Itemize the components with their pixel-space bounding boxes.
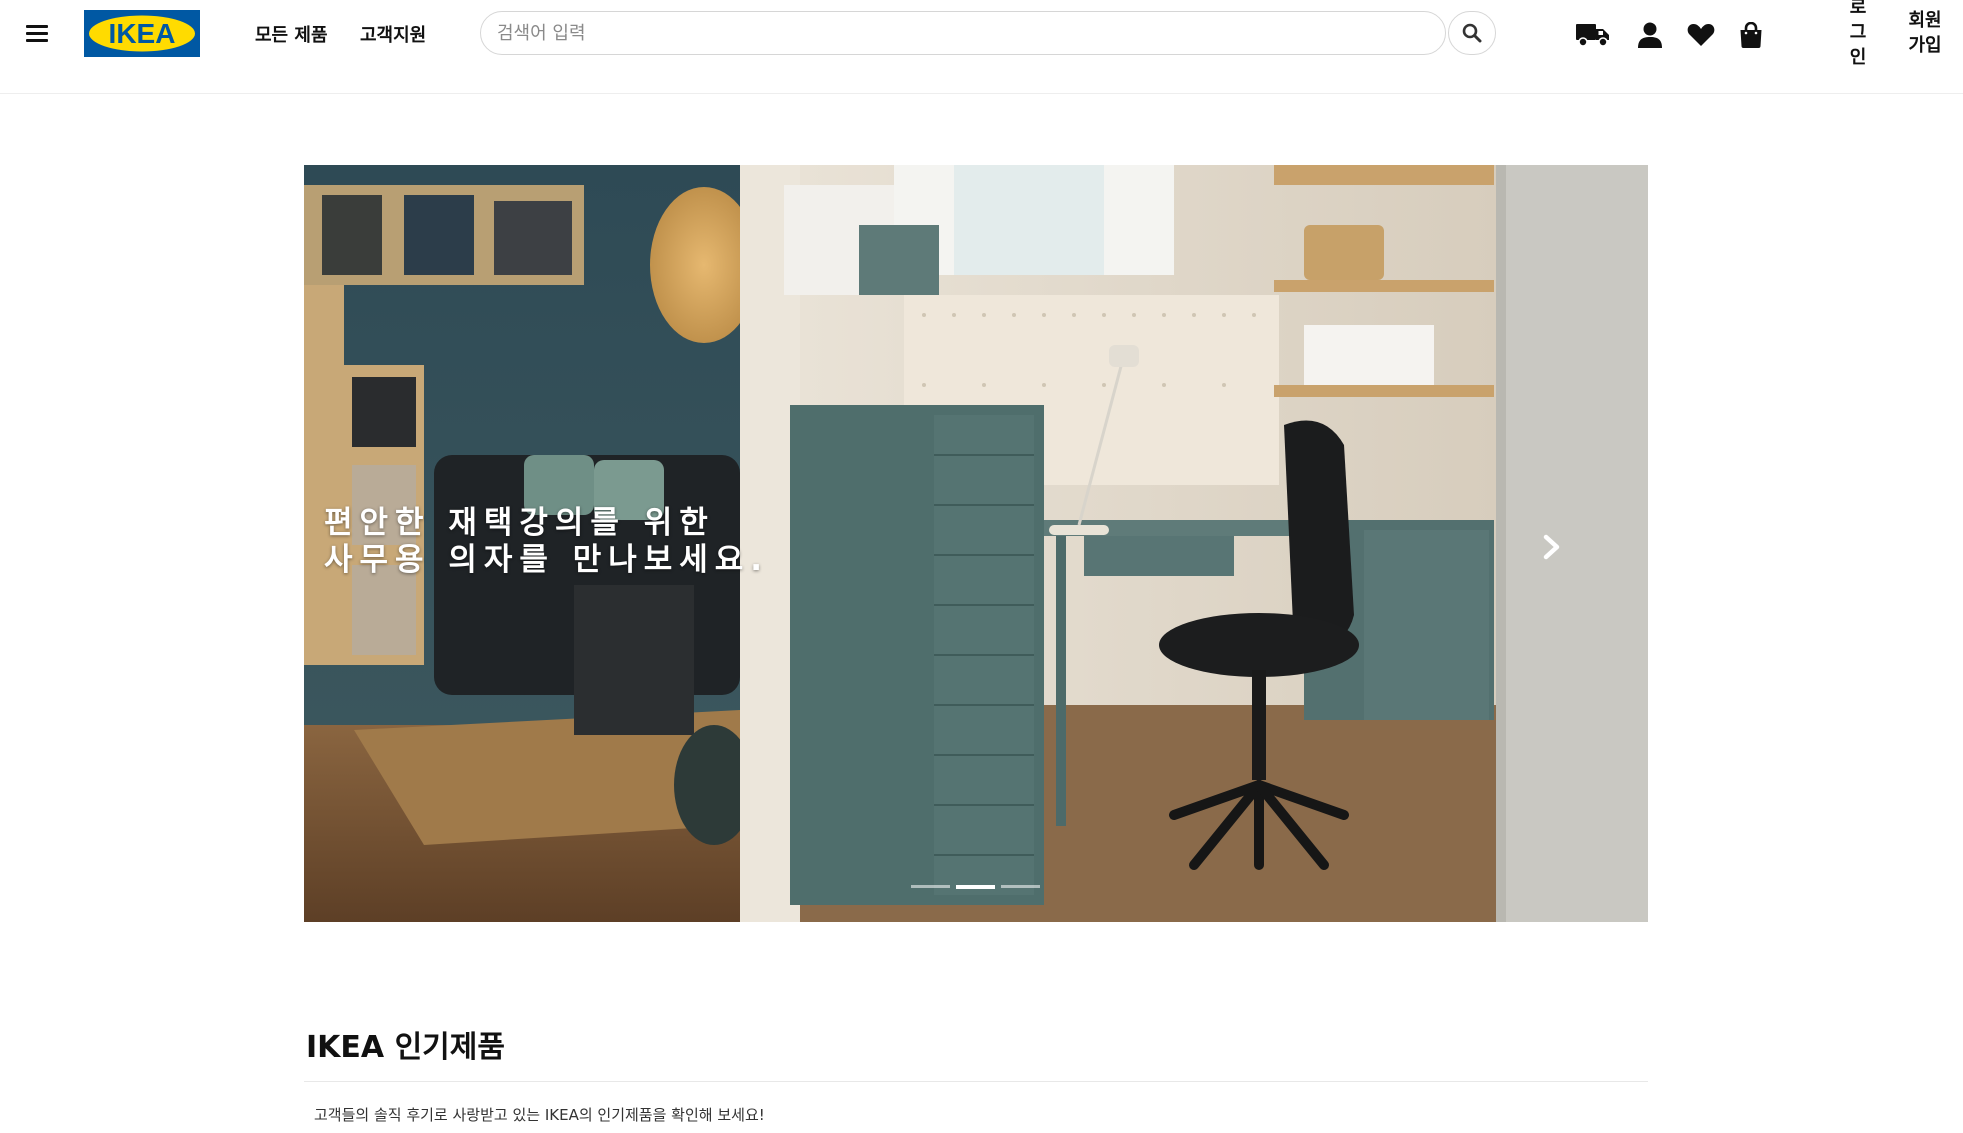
shopping-bag-icon	[1740, 22, 1762, 48]
carousel-dot-1[interactable]	[911, 885, 950, 888]
section-divider	[304, 1081, 1648, 1082]
menu-icon[interactable]	[26, 22, 48, 44]
ikea-logo[interactable]: IKEA	[84, 10, 200, 57]
carousel-indicators	[911, 885, 1040, 891]
cart-button[interactable]	[1734, 18, 1768, 52]
search-bar	[480, 11, 1496, 57]
login-link[interactable]: 로 그 인	[1846, 0, 1870, 70]
search-icon	[1462, 23, 1482, 43]
hero-caption-line-2: 사무용 의자를 만나보세요.	[324, 542, 770, 578]
popular-products-description: 고객들의 솔직 후기로 사랑받고 있는 IKEA의 인기제품을 확인해 보세요!	[314, 1106, 765, 1124]
signup-link[interactable]: 회원 가입	[1905, 8, 1945, 58]
carousel-dot-2[interactable]	[956, 885, 995, 889]
logo-text: IKEA	[109, 18, 176, 49]
hero-carousel[interactable]: 편안한 재택강의를 위한 사무용 의자를 만나보세요.	[304, 165, 1648, 922]
site-header: IKEA 모든 제품 고객지원 검색어 입력 로 그 인 회원 가입	[0, 0, 1963, 94]
account-button[interactable]	[1633, 18, 1667, 52]
nav-all-products[interactable]: 모든 제품	[255, 21, 328, 47]
delivery-truck-icon	[1576, 24, 1609, 47]
delivery-button[interactable]	[1576, 18, 1610, 52]
hero-caption: 편안한 재택강의를 위한 사무용 의자를 만나보세요.	[324, 505, 769, 579]
search-input[interactable]	[480, 11, 1446, 55]
carousel-dot-3[interactable]	[1001, 885, 1040, 888]
hero-caption-line-1: 편안한 재택강의를 위한	[324, 505, 715, 541]
carousel-next-button[interactable]	[1534, 527, 1570, 567]
user-icon	[1638, 22, 1662, 48]
search-button[interactable]	[1448, 11, 1496, 55]
popular-products-title: IKEA 인기제품	[306, 1030, 505, 1065]
wishlist-button[interactable]	[1684, 18, 1718, 52]
chevron-right-icon	[1543, 534, 1560, 560]
nav-customer-support[interactable]: 고객지원	[360, 21, 426, 47]
heart-icon	[1687, 24, 1715, 46]
